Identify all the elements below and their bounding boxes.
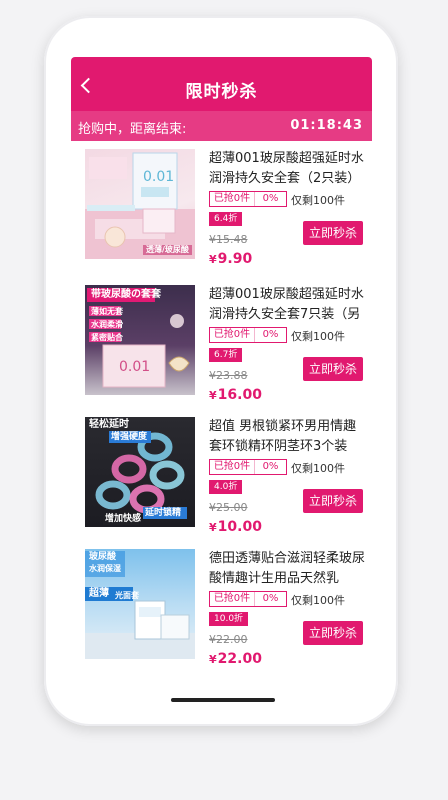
discount-badge: 4.0折 xyxy=(209,480,243,494)
original-price: ¥15.48 xyxy=(209,233,248,246)
product-name: 超薄001玻尿酸超强延时水润滑持久安全套（2只装） xyxy=(209,151,364,186)
discount-badge: 10.0折 xyxy=(209,612,249,626)
image-tag: 带玻尿酸の套套 xyxy=(91,289,161,300)
header-bar: 限时秒杀 xyxy=(71,57,372,111)
sold-count: 已抢0件 xyxy=(210,192,254,206)
sold-percent: 0% xyxy=(254,460,286,474)
sale-price: ¥9.90 xyxy=(209,251,252,267)
sold-percent: 0% xyxy=(254,328,286,342)
sold-progress: 已抢0件 0% xyxy=(209,591,287,607)
image-tag: 薄如无套 xyxy=(91,307,123,316)
image-tag: 水润柔滑 xyxy=(91,320,123,329)
image-caption: 透薄/玻尿酸 xyxy=(143,245,192,255)
product-image[interactable]: 玻尿酸 水润保湿 超薄 光面套 xyxy=(85,549,195,659)
product-item[interactable]: 玻尿酸 水润保湿 超薄 光面套 德田透薄贴合滋润轻柔玻尿酸情趣计生用品天然乳 已… xyxy=(71,549,372,669)
original-price: ¥22.00 xyxy=(209,633,248,646)
remaining-stock: 仅剩100件 xyxy=(291,330,345,343)
buy-now-button[interactable]: 立即秒杀 xyxy=(303,357,363,381)
countdown-label: 抢购中，距离结束: xyxy=(78,122,187,137)
image-tag: 轻松延时 xyxy=(89,419,129,430)
remaining-stock: 仅剩100件 xyxy=(291,194,345,207)
sale-price: ¥16.00 xyxy=(209,387,262,403)
currency-symbol: ¥ xyxy=(209,653,217,666)
buy-now-button[interactable]: 立即秒杀 xyxy=(303,221,363,245)
product-image[interactable]: 0.01 带玻尿酸の套套 薄如无套 水润柔滑 紧密贴合 xyxy=(85,285,195,395)
stock-row: 已抢0件 0% 仅剩100件 xyxy=(209,327,369,345)
currency-symbol: ¥ xyxy=(209,253,217,266)
product-image-art: 0.01 xyxy=(85,152,195,259)
product-name: 德田透薄贴合滋润轻柔玻尿酸情趣计生用品天然乳 xyxy=(209,551,366,586)
sale-price: ¥10.00 xyxy=(209,519,262,535)
svg-text:0.01: 0.01 xyxy=(143,169,174,185)
sold-count: 已抢0件 xyxy=(210,460,254,474)
image-tag: 光面套 xyxy=(115,591,139,600)
discount-badge: 6.7折 xyxy=(209,348,243,362)
buy-now-button[interactable]: 立即秒杀 xyxy=(303,489,363,513)
stock-row: 已抢0件 0% 仅剩100件 xyxy=(209,591,369,609)
sale-price-value: 9.90 xyxy=(217,251,253,267)
sale-price-value: 16.00 xyxy=(217,387,262,403)
image-tag: 水润保湿 xyxy=(89,564,121,573)
currency-symbol: ¥ xyxy=(209,389,217,402)
sold-percent: 0% xyxy=(254,192,286,206)
product-info: 德田透薄贴合滋润轻柔玻尿酸情趣计生用品天然乳 已抢0件 0% 仅剩100件 10… xyxy=(209,549,369,667)
discount-badge: 6.4折 xyxy=(209,212,243,226)
product-info: 超值 男根锁紧环男用情趣套环锁精环阴茎环3个装 已抢0件 0% 仅剩100件 4… xyxy=(209,417,369,535)
sold-progress: 已抢0件 0% xyxy=(209,459,287,475)
image-tag: 延时锁精 xyxy=(145,508,182,518)
product-item[interactable]: 轻松延时 增强硬度 延时锁精 增加快感 超值 男根锁紧环男用情趣套环锁精环阴茎环… xyxy=(71,417,372,537)
remaining-stock: 仅剩100件 xyxy=(291,462,345,475)
countdown-time: 01:18:43 xyxy=(290,118,363,133)
original-price: ¥25.00 xyxy=(209,501,248,514)
product-info: 超薄001玻尿酸超强延时水润滑持久安全套（2只装） 已抢0件 0% 仅剩100件… xyxy=(209,149,369,267)
image-tag: 超薄 xyxy=(89,588,109,599)
sale-price-value: 22.00 xyxy=(217,651,262,667)
sold-progress: 已抢0件 0% xyxy=(209,327,287,343)
product-info: 超薄001玻尿酸超强延时水润滑持久安全套7只装（另 已抢0件 0% 仅剩100件… xyxy=(209,285,369,403)
currency-symbol: ¥ xyxy=(209,521,217,534)
image-tag: 增强硬度 xyxy=(111,432,148,442)
image-tag: 玻尿酸 xyxy=(89,552,117,562)
product-name: 超薄001玻尿酸超强延时水润滑持久安全套7只装（另 xyxy=(209,287,364,322)
sold-progress: 已抢0件 0% xyxy=(209,191,287,207)
sold-count: 已抢0件 xyxy=(210,592,254,606)
product-image[interactable]: 轻松延时 增强硬度 延时锁精 增加快感 xyxy=(85,417,195,527)
product-image[interactable]: 0.01 透薄/玻尿酸 xyxy=(85,149,195,259)
remaining-stock: 仅剩100件 xyxy=(291,594,345,607)
app-screen: 限时秒杀 抢购中，距离结束: 01:18:43 0.01 透薄/玻尿酸 超薄00… xyxy=(71,57,372,687)
product-item[interactable]: 0.01 带玻尿酸の套套 薄如无套 水润柔滑 紧密贴合 超薄001玻尿酸超强延时… xyxy=(71,285,372,405)
sale-price-value: 10.00 xyxy=(217,519,262,535)
stock-row: 已抢0件 0% 仅剩100件 xyxy=(209,191,369,209)
sold-percent: 0% xyxy=(254,592,286,606)
sale-price: ¥22.00 xyxy=(209,651,262,667)
product-item[interactable]: 0.01 透薄/玻尿酸 超薄001玻尿酸超强延时水润滑持久安全套（2只装） 已抢… xyxy=(71,149,372,269)
image-tag: 增加快感 xyxy=(105,514,142,524)
page-title: 限时秒杀 xyxy=(185,82,258,102)
sold-count: 已抢0件 xyxy=(210,328,254,342)
home-indicator[interactable] xyxy=(171,698,275,702)
product-name: 超值 男根锁紧环男用情趣套环锁精环阴茎环3个装 xyxy=(209,419,357,454)
svg-text:0.01: 0.01 xyxy=(119,359,150,375)
original-price: ¥23.88 xyxy=(209,369,248,382)
stock-row: 已抢0件 0% 仅剩100件 xyxy=(209,459,369,477)
image-tag: 紧密贴合 xyxy=(91,333,123,342)
buy-now-button[interactable]: 立即秒杀 xyxy=(303,621,363,645)
countdown-bar: 抢购中，距离结束: 01:18:43 xyxy=(71,111,372,141)
